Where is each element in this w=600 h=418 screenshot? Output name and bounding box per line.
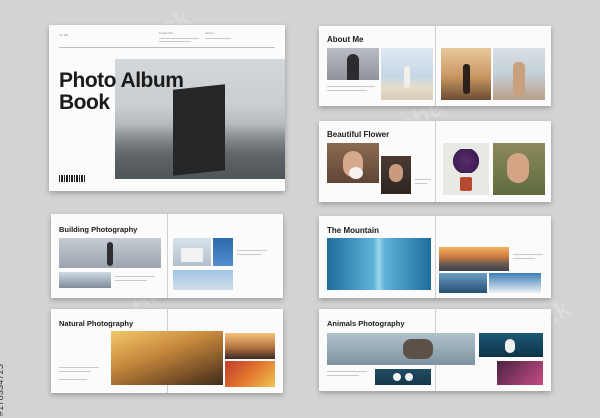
photo-beach-woman — [381, 48, 433, 100]
cover-title-line1: Photo Album — [59, 69, 184, 92]
photo-golden-valley — [111, 331, 223, 385]
photo-flamingo — [497, 361, 543, 385]
stock-id-label: #178334725 — [0, 363, 5, 416]
cover-prepared-label: Prepared By : — [159, 32, 175, 35]
cover-issue-label: Issue In : — [205, 32, 216, 35]
photo-white-house — [173, 238, 211, 266]
spread-about-me: About Me — [319, 26, 551, 106]
spread-natural-photography: Natural Photography — [51, 309, 283, 393]
barcode-icon — [59, 175, 85, 182]
photo-sky-structure — [173, 270, 233, 290]
photo-sunset-silhouette — [441, 48, 491, 100]
cover-title-line2: Book — [59, 91, 110, 114]
photo-woman-leaves — [493, 143, 545, 195]
photo-purple-flower — [443, 143, 489, 195]
photo-ice-canyon — [327, 238, 431, 290]
photo-castle-hill — [225, 333, 275, 359]
photo-snow-peak — [489, 273, 541, 293]
cover-vol: Vol. 045 — [59, 34, 69, 37]
spread-building-photography: Building Photography — [51, 214, 283, 298]
photo-architecture-person — [59, 238, 161, 268]
spread-animals-photography: Animals Photography — [319, 309, 551, 391]
photo-modern-building — [59, 272, 111, 288]
photo-portrait-man — [327, 48, 379, 80]
photo-woman-flower — [327, 143, 379, 183]
spread-the-mountain: The Mountain — [319, 216, 551, 298]
photo-puffin — [479, 333, 543, 357]
photo-swans — [375, 369, 431, 385]
photo-woman-portrait — [381, 156, 411, 194]
spread-title: About Me — [327, 35, 364, 44]
spread-title: The Mountain — [327, 226, 379, 235]
photo-blue-tower — [213, 238, 233, 266]
spread-title: Building Photography — [59, 225, 138, 234]
photo-lake-mountain — [439, 273, 487, 293]
spread-beautiful-flower: Beautiful Flower — [319, 121, 551, 202]
photo-deer — [327, 333, 475, 365]
spread-title: Animals Photography — [327, 319, 405, 328]
photo-mountain-sunset — [439, 247, 509, 271]
spread-title: Beautiful Flower — [327, 130, 390, 139]
photo-woman-field — [493, 48, 545, 100]
cover-page: Vol. 045 Prepared By : Issue In : Photo … — [49, 25, 285, 191]
spread-title: Natural Photography — [59, 319, 134, 328]
photo-red-winding-road — [225, 361, 275, 387]
